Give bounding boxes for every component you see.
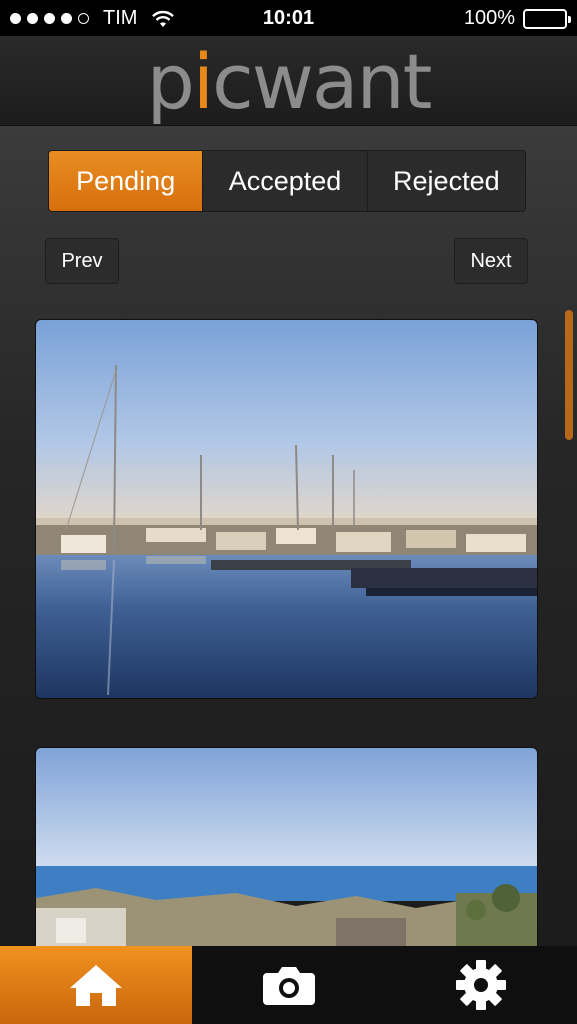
segment-accepted[interactable]: Accepted — [203, 151, 368, 211]
photo-marina — [36, 320, 537, 698]
tab-camera[interactable] — [192, 946, 385, 1024]
home-icon — [70, 965, 122, 1006]
photo-card[interactable] — [35, 747, 538, 946]
app-header: picwant — [0, 36, 577, 126]
next-button[interactable]: Next — [454, 238, 528, 284]
battery-icon — [523, 8, 571, 29]
prev-button[interactable]: Prev — [45, 238, 119, 284]
status-bar: TIM 10:01 100% — [0, 0, 577, 36]
app-logo: picwant — [146, 37, 433, 126]
photo-card[interactable] — [35, 319, 538, 699]
gear-icon — [456, 960, 506, 1010]
battery-percent: 100% — [463, 7, 515, 29]
tab-home[interactable] — [0, 946, 192, 1024]
tab-bar — [0, 946, 577, 1024]
status-filter-segmented-control: Pending Accepted Rejected — [48, 150, 526, 212]
segment-rejected[interactable]: Rejected — [368, 151, 525, 211]
segment-pending[interactable]: Pending — [49, 151, 204, 211]
camera-icon — [262, 967, 315, 1005]
main-content: Pending Accepted Rejected Prev Next — [0, 126, 577, 946]
scrollbar[interactable] — [565, 310, 573, 440]
battery-group: 100% — [463, 7, 571, 30]
tab-settings[interactable] — [385, 946, 577, 1024]
photo-coast — [36, 748, 537, 946]
